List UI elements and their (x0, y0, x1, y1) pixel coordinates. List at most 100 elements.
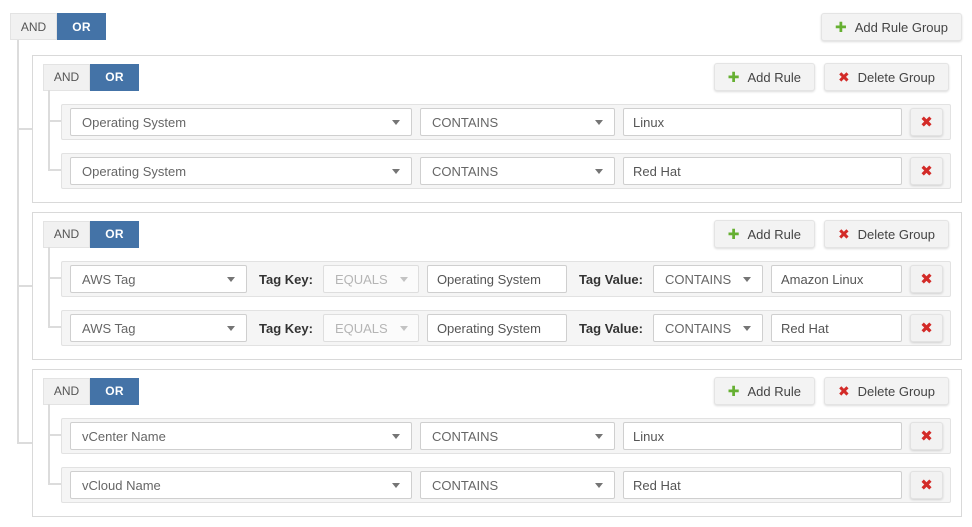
x-icon: ✖ (838, 384, 850, 398)
caret-down-icon (595, 169, 603, 174)
tree-connector (48, 277, 61, 279)
tag-key-input[interactable] (427, 265, 567, 293)
caret-down-icon (392, 483, 400, 488)
tree-connector (17, 285, 32, 287)
field-dropdown[interactable]: AWS Tag (70, 314, 247, 342)
add-rule-button[interactable]: ✚ Add Rule (714, 220, 815, 248)
root-andor-toggle: AND OR (10, 13, 106, 40)
field-dropdown[interactable]: AWS Tag (70, 265, 247, 293)
caret-down-icon (227, 277, 235, 282)
caret-down-icon (400, 326, 408, 331)
root-or-button[interactable]: OR (57, 13, 106, 40)
operator-dropdown[interactable]: CONTAINS (420, 108, 615, 136)
tag-value-operator-value: CONTAINS (665, 272, 731, 287)
group-andor-toggle: AND OR (43, 378, 139, 405)
group-and-button[interactable]: AND (43, 378, 90, 405)
group-andor-toggle: AND OR (43, 64, 139, 91)
value-input[interactable] (771, 265, 902, 293)
field-dropdown-value: AWS Tag (82, 272, 135, 287)
x-icon: ✖ (838, 70, 850, 84)
tree-connector (48, 404, 50, 484)
group-or-button[interactable]: OR (90, 378, 139, 405)
field-dropdown-value: AWS Tag (82, 321, 135, 336)
tag-value-operator-dropdown[interactable]: CONTAINS (653, 265, 763, 293)
add-rule-label: Add Rule (747, 384, 800, 399)
tree-connector (17, 40, 19, 443)
rule-row: Operating System CONTAINS ✖ (61, 104, 951, 140)
tag-key-operator-value: EQUALS (335, 321, 388, 336)
caret-down-icon (227, 326, 235, 331)
add-rule-button[interactable]: ✚ Add Rule (714, 377, 815, 405)
delete-rule-button[interactable]: ✖ (910, 157, 943, 185)
rule-row: AWS Tag Tag Key: EQUALS Tag Value: CONTA… (61, 310, 951, 346)
top-bar: AND OR ✚ Add Rule Group (0, 0, 972, 40)
field-dropdown-value: Operating System (82, 164, 186, 179)
add-rule-group-label: Add Rule Group (855, 20, 948, 35)
tag-value-operator-dropdown[interactable]: CONTAINS (653, 314, 763, 342)
caret-down-icon (595, 483, 603, 488)
value-input[interactable] (771, 314, 902, 342)
field-dropdown-value: vCenter Name (82, 429, 166, 444)
group-or-button[interactable]: OR (90, 221, 139, 248)
operator-dropdown-value: CONTAINS (432, 164, 498, 179)
group-header-buttons: ✚ Add Rule ✖ Delete Group (714, 220, 951, 248)
x-icon: ✖ (920, 429, 933, 444)
delete-rule-button[interactable]: ✖ (910, 422, 943, 450)
group-header: AND OR ✚ Add Rule ✖ Delete Group (43, 377, 951, 405)
x-icon: ✖ (920, 478, 933, 493)
tree-connector (48, 90, 50, 170)
plus-icon: ✚ (728, 70, 740, 84)
value-input[interactable] (623, 471, 902, 499)
tag-value-operator-value: CONTAINS (665, 321, 731, 336)
group-and-button[interactable]: AND (43, 221, 90, 248)
rule-group-3: AND OR ✚ Add Rule ✖ Delete Group vCen (32, 369, 962, 517)
delete-rule-button[interactable]: ✖ (910, 108, 943, 136)
tree-connector (48, 247, 50, 327)
plus-icon: ✚ (728, 384, 740, 398)
value-input[interactable] (623, 157, 902, 185)
x-icon: ✖ (838, 227, 850, 241)
tag-key-operator-value: EQUALS (335, 272, 388, 287)
delete-rule-button[interactable]: ✖ (910, 265, 943, 293)
add-rule-button[interactable]: ✚ Add Rule (714, 63, 815, 91)
field-dropdown[interactable]: Operating System (70, 108, 412, 136)
value-input[interactable] (623, 422, 902, 450)
delete-rule-button[interactable]: ✖ (910, 314, 943, 342)
delete-group-button[interactable]: ✖ Delete Group (824, 220, 949, 248)
group-header-buttons: ✚ Add Rule ✖ Delete Group (714, 377, 951, 405)
group-and-button[interactable]: AND (43, 64, 90, 91)
field-dropdown[interactable]: vCloud Name (70, 471, 412, 499)
tag-value-label: Tag Value: (579, 321, 643, 336)
field-dropdown[interactable]: vCenter Name (70, 422, 412, 450)
operator-dropdown[interactable]: CONTAINS (420, 422, 615, 450)
field-dropdown[interactable]: Operating System (70, 157, 412, 185)
plus-icon: ✚ (728, 227, 740, 241)
group-andor-toggle: AND OR (43, 221, 139, 248)
caret-down-icon (743, 277, 751, 282)
tree-connector (17, 442, 32, 444)
tag-key-input[interactable] (427, 314, 567, 342)
caret-down-icon (595, 120, 603, 125)
operator-dropdown[interactable]: CONTAINS (420, 157, 615, 185)
delete-group-button[interactable]: ✖ Delete Group (824, 63, 949, 91)
rule-row: AWS Tag Tag Key: EQUALS Tag Value: CONTA… (61, 261, 951, 297)
operator-dropdown[interactable]: CONTAINS (420, 471, 615, 499)
add-rule-group-button[interactable]: ✚ Add Rule Group (821, 13, 962, 41)
delete-group-label: Delete Group (858, 227, 935, 242)
value-input[interactable] (623, 108, 902, 136)
tree-connector (48, 169, 61, 171)
tree-connector (48, 120, 61, 122)
tag-key-operator-dropdown: EQUALS (323, 265, 419, 293)
caret-down-icon (392, 169, 400, 174)
delete-rule-button[interactable]: ✖ (910, 471, 943, 499)
rule-group-2: AND OR ✚ Add Rule ✖ Delete Group AWS (32, 212, 962, 360)
tag-key-operator-dropdown: EQUALS (323, 314, 419, 342)
rule-row: vCloud Name CONTAINS ✖ (61, 467, 951, 503)
x-icon: ✖ (920, 164, 933, 179)
rule-group-1: AND OR ✚ Add Rule ✖ Delete Group Oper (32, 55, 962, 203)
x-icon: ✖ (920, 115, 933, 130)
group-or-button[interactable]: OR (90, 64, 139, 91)
root-and-button[interactable]: AND (10, 13, 57, 40)
group-header: AND OR ✚ Add Rule ✖ Delete Group (43, 220, 951, 248)
delete-group-button[interactable]: ✖ Delete Group (824, 377, 949, 405)
